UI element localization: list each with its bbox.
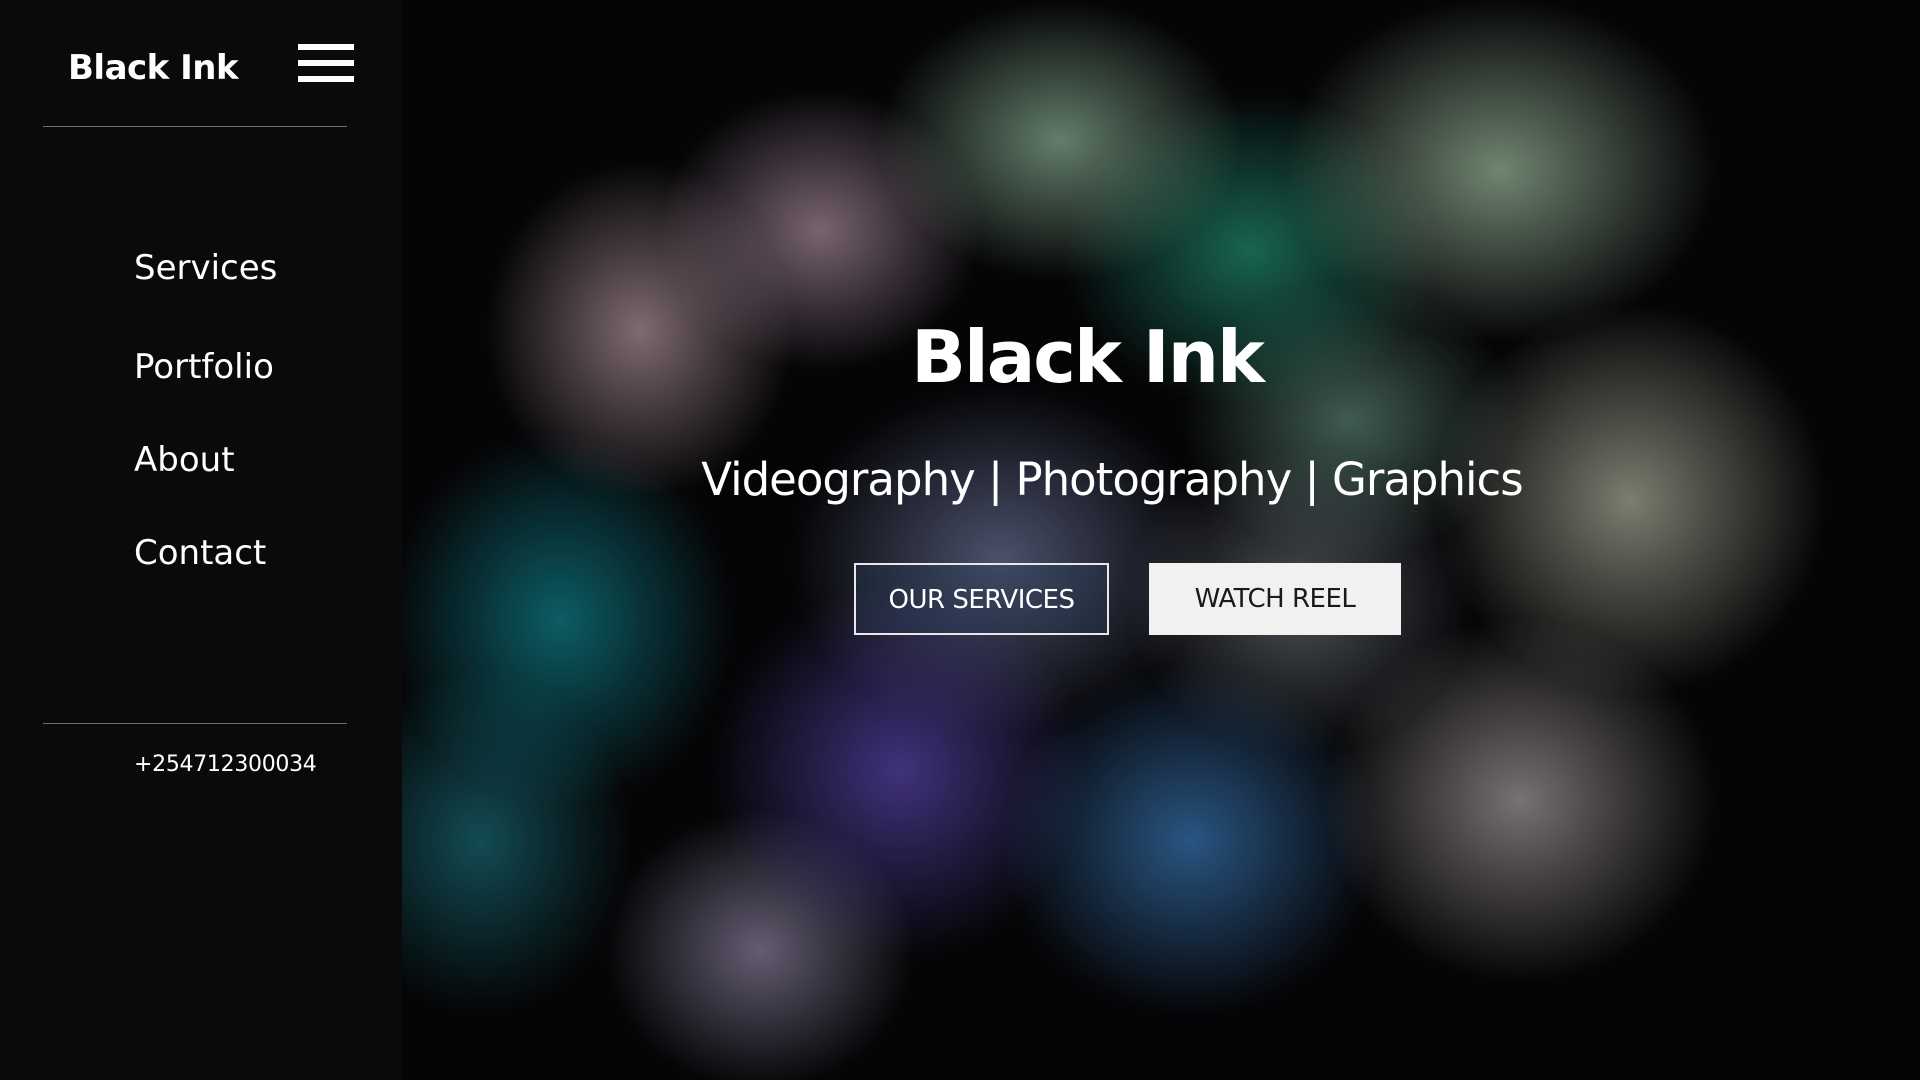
menu-bar [298, 60, 354, 66]
sidebar-divider-bottom [43, 723, 347, 724]
brand-logo-text[interactable]: Black Ink [68, 44, 239, 92]
watch-reel-button[interactable]: WATCH REEL [1149, 563, 1401, 635]
sidebar-item-about[interactable]: About [134, 436, 235, 484]
sidebar: Black Ink Services Portfolio About Conta… [0, 0, 402, 1080]
menu-bar [298, 44, 354, 50]
hero-subtitle: Videography | Photography | Graphics [701, 453, 1523, 506]
hero-title: Black Ink [911, 315, 1265, 399]
sidebar-divider-top [43, 126, 347, 127]
landing-page: Black Ink Videography | Photography | Gr… [0, 0, 1920, 1080]
menu-bar [298, 76, 354, 82]
phone-number[interactable]: +254712300034 [134, 752, 317, 777]
sidebar-item-services[interactable]: Services [134, 244, 277, 292]
sidebar-item-contact[interactable]: Contact [134, 529, 266, 577]
our-services-button[interactable]: OUR SERVICES [854, 563, 1109, 635]
hamburger-menu-icon[interactable] [298, 42, 354, 84]
sidebar-item-portfolio[interactable]: Portfolio [134, 343, 274, 391]
